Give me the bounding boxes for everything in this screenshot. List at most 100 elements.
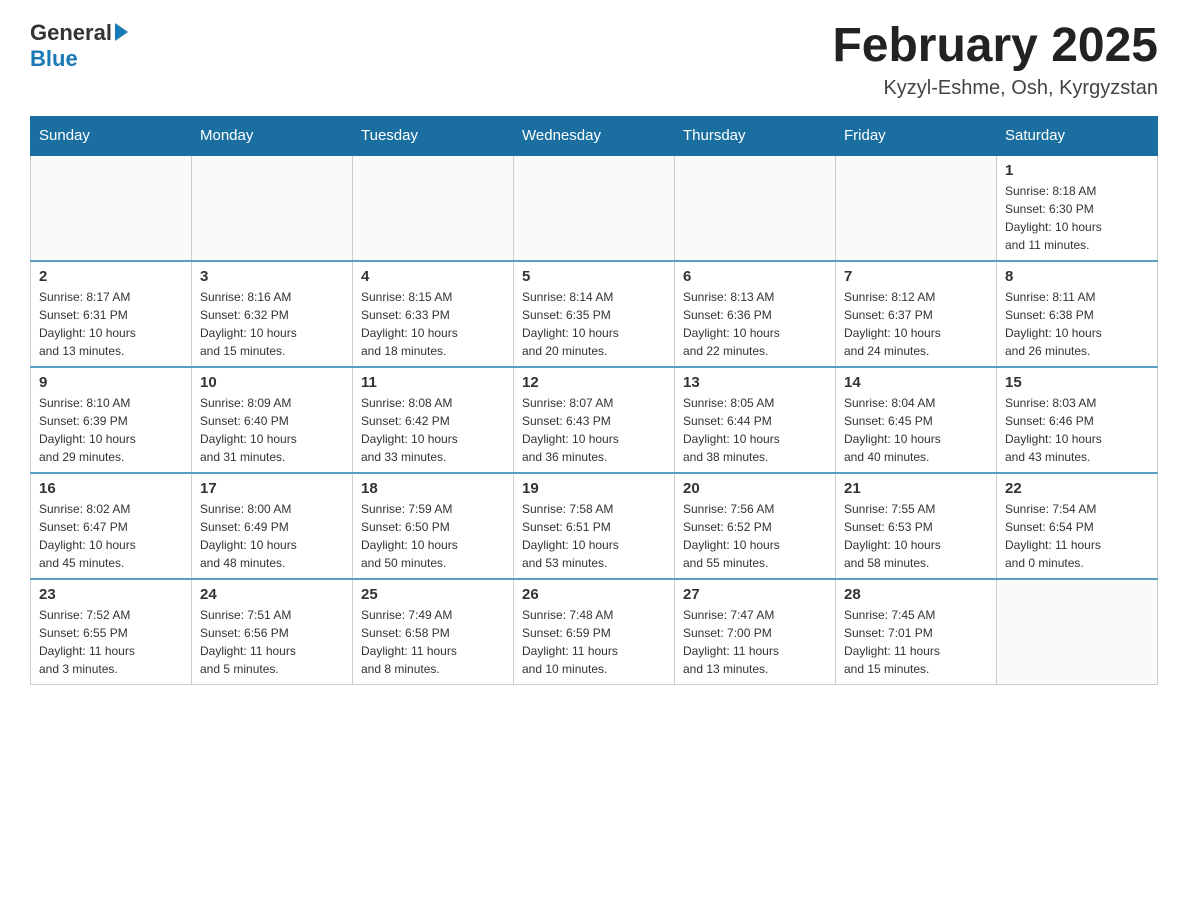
day-number: 18	[361, 480, 505, 497]
day-number: 9	[39, 374, 183, 391]
day-info: Sunrise: 8:09 AM Sunset: 6:40 PM Dayligh…	[200, 396, 297, 464]
day-number: 26	[522, 586, 666, 603]
day-info: Sunrise: 7:54 AM Sunset: 6:54 PM Dayligh…	[1005, 502, 1101, 570]
day-info: Sunrise: 8:16 AM Sunset: 6:32 PM Dayligh…	[200, 290, 297, 358]
day-number: 8	[1005, 268, 1149, 285]
day-number: 15	[1005, 374, 1149, 391]
day-number: 19	[522, 480, 666, 497]
day-info: Sunrise: 8:03 AM Sunset: 6:46 PM Dayligh…	[1005, 396, 1102, 464]
weekday-header-monday: Monday	[192, 116, 353, 155]
calendar-day-cell: 9 Sunrise: 8:10 AM Sunset: 6:39 PM Daylig…	[31, 367, 192, 473]
calendar-week-row: 2 Sunrise: 8:17 AM Sunset: 6:31 PM Daylig…	[31, 261, 1158, 367]
calendar-day-cell	[675, 155, 836, 261]
day-info: Sunrise: 8:10 AM Sunset: 6:39 PM Dayligh…	[39, 396, 136, 464]
calendar-day-cell: 19Sunrise: 7:58 AM Sunset: 6:51 PM Dayli…	[514, 473, 675, 579]
day-number: 5	[522, 268, 666, 285]
weekday-header-sunday: Sunday	[31, 116, 192, 155]
day-info: Sunrise: 8:18 AM Sunset: 6:30 PM Dayligh…	[1005, 184, 1102, 252]
calendar-day-cell	[353, 155, 514, 261]
calendar-day-cell: 6 Sunrise: 8:13 AM Sunset: 6:36 PM Daylig…	[675, 261, 836, 367]
day-info: Sunrise: 8:15 AM Sunset: 6:33 PM Dayligh…	[361, 290, 458, 358]
location-subtitle: Kyzyl-Eshme, Osh, Kyrgyzstan	[832, 77, 1158, 100]
calendar-day-cell	[514, 155, 675, 261]
calendar-day-cell: 7Sunrise: 8:12 AM Sunset: 6:37 PM Daylig…	[836, 261, 997, 367]
day-info: Sunrise: 7:49 AM Sunset: 6:58 PM Dayligh…	[361, 608, 457, 676]
calendar-day-cell: 27 Sunrise: 7:47 AM Sunset: 7:00 PM Dayli…	[675, 579, 836, 685]
calendar-day-cell: 24 Sunrise: 7:51 AM Sunset: 6:56 PM Dayli…	[192, 579, 353, 685]
calendar-day-cell: 17Sunrise: 8:00 AM Sunset: 6:49 PM Dayli…	[192, 473, 353, 579]
day-number: 17	[200, 480, 344, 497]
calendar-day-cell: 14 Sunrise: 8:04 AM Sunset: 6:45 PM Dayli…	[836, 367, 997, 473]
day-number: 24	[200, 586, 344, 603]
calendar-day-cell: 5Sunrise: 8:14 AM Sunset: 6:35 PM Daylig…	[514, 261, 675, 367]
calendar-day-cell: 26Sunrise: 7:48 AM Sunset: 6:59 PM Dayli…	[514, 579, 675, 685]
weekday-header-thursday: Thursday	[675, 116, 836, 155]
day-number: 3	[200, 268, 344, 285]
day-info: Sunrise: 8:04 AM Sunset: 6:45 PM Dayligh…	[844, 396, 941, 464]
calendar-day-cell: 1 Sunrise: 8:18 AM Sunset: 6:30 PM Daylig…	[997, 155, 1158, 261]
calendar-day-cell: 23 Sunrise: 7:52 AM Sunset: 6:55 PM Dayli…	[31, 579, 192, 685]
day-info: Sunrise: 7:45 AM Sunset: 7:01 PM Dayligh…	[844, 608, 940, 676]
calendar-day-cell	[997, 579, 1158, 685]
calendar-day-cell: 25 Sunrise: 7:49 AM Sunset: 6:58 PM Dayli…	[353, 579, 514, 685]
day-number: 27	[683, 586, 827, 603]
day-info: Sunrise: 8:17 AM Sunset: 6:31 PM Dayligh…	[39, 290, 136, 358]
day-number: 10	[200, 374, 344, 391]
day-info: Sunrise: 8:12 AM Sunset: 6:37 PM Dayligh…	[844, 290, 941, 358]
day-number: 28	[844, 586, 988, 603]
day-info: Sunrise: 7:52 AM Sunset: 6:55 PM Dayligh…	[39, 608, 135, 676]
title-area: February 2025 Kyzyl-Eshme, Osh, Kyrgyzst…	[832, 20, 1158, 100]
weekday-header-saturday: Saturday	[997, 116, 1158, 155]
day-info: Sunrise: 8:07 AM Sunset: 6:43 PM Dayligh…	[522, 396, 619, 464]
day-info: Sunrise: 8:13 AM Sunset: 6:36 PM Dayligh…	[683, 290, 780, 358]
calendar-day-cell: 11 Sunrise: 8:08 AM Sunset: 6:42 PM Dayli…	[353, 367, 514, 473]
day-info: Sunrise: 8:05 AM Sunset: 6:44 PM Dayligh…	[683, 396, 780, 464]
calendar-week-row: 1 Sunrise: 8:18 AM Sunset: 6:30 PM Daylig…	[31, 155, 1158, 261]
logo-triangle-icon	[115, 23, 128, 41]
day-number: 16	[39, 480, 183, 497]
day-number: 1	[1005, 162, 1149, 179]
calendar-day-cell: 10 Sunrise: 8:09 AM Sunset: 6:40 PM Dayli…	[192, 367, 353, 473]
weekday-header-row: SundayMondayTuesdayWednesdayThursdayFrid…	[31, 116, 1158, 155]
logo: General Blue	[30, 20, 128, 72]
day-number: 14	[844, 374, 988, 391]
weekday-header-friday: Friday	[836, 116, 997, 155]
day-info: Sunrise: 7:55 AM Sunset: 6:53 PM Dayligh…	[844, 502, 941, 570]
day-number: 4	[361, 268, 505, 285]
calendar-day-cell	[31, 155, 192, 261]
day-number: 12	[522, 374, 666, 391]
day-number: 21	[844, 480, 988, 497]
header: General Blue February 2025 Kyzyl-Eshme, …	[30, 20, 1158, 100]
day-number: 23	[39, 586, 183, 603]
day-info: Sunrise: 7:47 AM Sunset: 7:00 PM Dayligh…	[683, 608, 779, 676]
calendar-day-cell: 8Sunrise: 8:11 AM Sunset: 6:38 PM Daylig…	[997, 261, 1158, 367]
calendar-day-cell: 16Sunrise: 8:02 AM Sunset: 6:47 PM Dayli…	[31, 473, 192, 579]
day-number: 2	[39, 268, 183, 285]
day-number: 25	[361, 586, 505, 603]
weekday-header-tuesday: Tuesday	[353, 116, 514, 155]
weekday-header-wednesday: Wednesday	[514, 116, 675, 155]
calendar-week-row: 16Sunrise: 8:02 AM Sunset: 6:47 PM Dayli…	[31, 473, 1158, 579]
day-number: 11	[361, 374, 505, 391]
calendar-week-row: 9 Sunrise: 8:10 AM Sunset: 6:39 PM Daylig…	[31, 367, 1158, 473]
calendar-day-cell: 21 Sunrise: 7:55 AM Sunset: 6:53 PM Dayli…	[836, 473, 997, 579]
calendar-day-cell: 12 Sunrise: 8:07 AM Sunset: 6:43 PM Dayli…	[514, 367, 675, 473]
calendar-day-cell: 2 Sunrise: 8:17 AM Sunset: 6:31 PM Daylig…	[31, 261, 192, 367]
day-number: 20	[683, 480, 827, 497]
day-number: 13	[683, 374, 827, 391]
calendar-week-row: 23 Sunrise: 7:52 AM Sunset: 6:55 PM Dayli…	[31, 579, 1158, 685]
day-number: 6	[683, 268, 827, 285]
calendar-header: SundayMondayTuesdayWednesdayThursdayFrid…	[31, 116, 1158, 155]
day-number: 22	[1005, 480, 1149, 497]
day-info: Sunrise: 7:56 AM Sunset: 6:52 PM Dayligh…	[683, 502, 780, 570]
day-info: Sunrise: 7:51 AM Sunset: 6:56 PM Dayligh…	[200, 608, 296, 676]
calendar-day-cell: 28 Sunrise: 7:45 AM Sunset: 7:01 PM Dayli…	[836, 579, 997, 685]
calendar-day-cell	[836, 155, 997, 261]
calendar-body: 1 Sunrise: 8:18 AM Sunset: 6:30 PM Daylig…	[31, 155, 1158, 685]
day-info: Sunrise: 8:08 AM Sunset: 6:42 PM Dayligh…	[361, 396, 458, 464]
calendar-day-cell: 3 Sunrise: 8:16 AM Sunset: 6:32 PM Daylig…	[192, 261, 353, 367]
logo-blue-text: Blue	[30, 46, 78, 72]
calendar-day-cell: 20 Sunrise: 7:56 AM Sunset: 6:52 PM Dayli…	[675, 473, 836, 579]
calendar-day-cell: 13 Sunrise: 8:05 AM Sunset: 6:44 PM Dayli…	[675, 367, 836, 473]
calendar-day-cell: 15 Sunrise: 8:03 AM Sunset: 6:46 PM Dayli…	[997, 367, 1158, 473]
